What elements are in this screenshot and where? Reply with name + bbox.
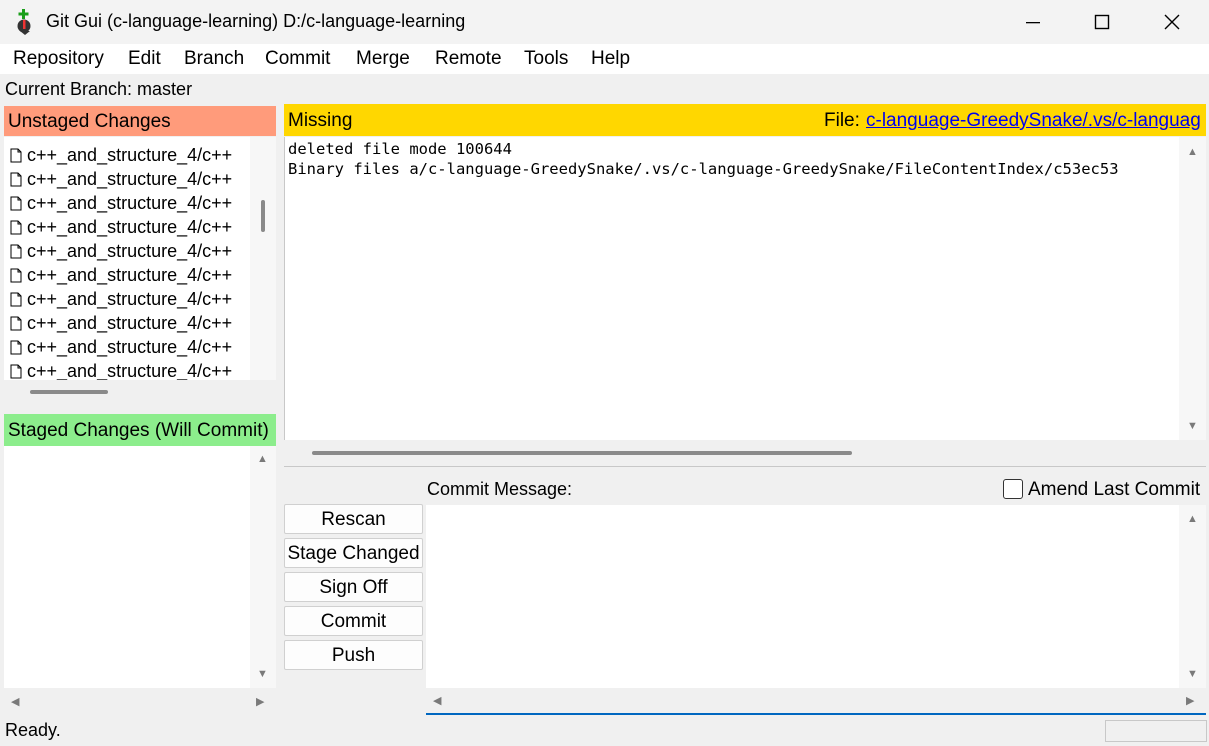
unstaged-changes-title: Unstaged Changes [8, 111, 171, 132]
minimize-button[interactable] [998, 0, 1068, 44]
scroll-right-arrow-icon[interactable]: ▶ [256, 695, 264, 708]
scroll-thumb[interactable] [312, 451, 852, 455]
scroll-left-arrow-icon[interactable]: ◀ [433, 694, 441, 707]
file-icon [10, 172, 22, 186]
unstaged-file-item[interactable]: c++_and_structure_4/c++ [10, 335, 232, 359]
scroll-up-arrow-icon[interactable]: ▲ [257, 453, 268, 465]
staged-horizontal-scrollbar[interactable]: ◀ ▶ [4, 688, 276, 714]
file-icon [10, 268, 22, 282]
file-path: c++_and_structure_4/c++ [27, 312, 233, 333]
status-text: Ready. [5, 720, 61, 740]
file-path: c++_and_structure_4/c++ [27, 264, 233, 285]
scroll-thumb[interactable] [30, 390, 108, 394]
file-path: c++_and_structure_4/c++ [27, 360, 233, 381]
diff-horizontal-scrollbar[interactable] [284, 440, 1206, 467]
commit-message-input[interactable] [426, 505, 1179, 688]
commit-button[interactable]: Commit [284, 606, 423, 636]
current-branch-label: Current Branch: master [5, 79, 193, 99]
file-icon [10, 244, 22, 258]
push-button[interactable]: Push [284, 640, 423, 670]
menu-remote[interactable]: Remote [435, 48, 502, 70]
file-icon [10, 340, 22, 354]
close-button[interactable] [1137, 0, 1207, 44]
title-bar[interactable]: Git Gui (c-language-learning) D:/c-langu… [0, 0, 1209, 44]
maximize-icon [1094, 14, 1110, 30]
menu-tools[interactable]: Tools [524, 48, 568, 70]
unstaged-file-item[interactable]: c++_and_structure_4/c++ [10, 191, 232, 215]
scroll-down-arrow-icon[interactable]: ▼ [257, 668, 268, 680]
file-path: c++_and_structure_4/c++ [27, 240, 233, 261]
unstaged-file-item[interactable]: c++_and_structure_4/c++ [10, 311, 232, 335]
unstaged-changes-header: Unstaged Changes [4, 106, 276, 136]
file-path: c++_and_structure_4/c++ [27, 168, 233, 189]
commit-message-label: Commit Message: [427, 479, 573, 499]
diff-line: Binary files a/c-language-GreedySnake/.v… [288, 160, 1119, 178]
file-path: c++_and_structure_4/c++ [27, 288, 233, 309]
file-path-link[interactable]: c-language-GreedySnake/.vs/c-languag [866, 110, 1204, 132]
file-icon [10, 196, 22, 210]
maximize-button[interactable] [1067, 0, 1137, 44]
staged-changes-title: Staged Changes (Will Commit) [8, 420, 269, 441]
unstaged-file-item[interactable]: c++_and_structure_4/c++ [10, 263, 232, 287]
scroll-right-arrow-icon[interactable]: ▶ [1186, 694, 1194, 707]
scroll-down-arrow-icon[interactable]: ▼ [1187, 668, 1198, 680]
staged-file-list[interactable] [4, 446, 250, 688]
scroll-up-arrow-icon[interactable]: ▲ [1187, 513, 1198, 525]
commit-vertical-scrollbar[interactable]: ▲ ▼ [1179, 505, 1206, 688]
unstaged-file-item[interactable]: c++_and_structure_4/c++ [10, 167, 232, 191]
status-progress-box [1105, 720, 1207, 742]
diff-status: Missing [288, 110, 353, 131]
unstaged-vertical-scrollbar[interactable] [250, 137, 276, 380]
unstaged-file-list[interactable]: c++_and_structure_4/c++ c++_and_structure… [4, 137, 250, 380]
file-icon [10, 148, 22, 162]
amend-last-commit-checkbox[interactable] [1003, 479, 1023, 499]
rescan-button[interactable]: Rescan [284, 504, 423, 534]
diff-header: Missing File: c-language-GreedySnake/.vs… [284, 104, 1206, 136]
file-path: c++_and_structure_4/c++ [27, 144, 233, 165]
unstaged-file-item[interactable]: c++_and_structure_4/c++ [10, 287, 232, 311]
file-path: c++_and_structure_4/c++ [27, 192, 233, 213]
unstaged-file-item[interactable]: c++_and_structure_4/c++ [10, 215, 232, 239]
close-icon [1164, 14, 1180, 30]
git-gui-icon [17, 9, 31, 35]
commit-horizontal-scrollbar[interactable]: ◀ ▶ [426, 688, 1206, 715]
window-title: Git Gui (c-language-learning) D:/c-langu… [46, 11, 466, 31]
file-path: c++_and_structure_4/c++ [27, 336, 233, 357]
menu-commit[interactable]: Commit [265, 48, 330, 70]
file-icon [10, 220, 22, 234]
diff-view[interactable]: deleted file mode 100644 Binary files a/… [284, 137, 1180, 440]
scroll-up-arrow-icon[interactable]: ▲ [1187, 146, 1198, 158]
menu-help[interactable]: Help [591, 48, 630, 70]
scroll-thumb[interactable] [261, 200, 265, 232]
menu-bar: Repository Edit Branch Commit Merge Remo… [0, 44, 1209, 74]
file-icon [10, 292, 22, 306]
file-icon [10, 364, 22, 378]
unstaged-horizontal-scrollbar[interactable] [4, 380, 276, 404]
menu-edit[interactable]: Edit [128, 48, 161, 70]
scroll-left-arrow-icon[interactable]: ◀ [11, 695, 19, 708]
scroll-down-arrow-icon[interactable]: ▼ [1187, 420, 1198, 432]
stage-changed-button[interactable]: Stage Changed [284, 538, 423, 568]
file-label: File: [824, 110, 860, 131]
diff-line: deleted file mode 100644 [288, 140, 512, 158]
unstaged-file-item[interactable]: c++_and_structure_4/c++ [10, 239, 232, 263]
amend-last-commit-label[interactable]: Amend Last Commit [1028, 479, 1200, 501]
unstaged-file-item[interactable]: c++_and_structure_4/c++ [10, 359, 232, 380]
diff-vertical-scrollbar[interactable]: ▲ ▼ [1179, 137, 1206, 440]
sign-off-button[interactable]: Sign Off [284, 572, 423, 602]
staged-vertical-scrollbar[interactable]: ▲ ▼ [250, 446, 276, 688]
menu-merge[interactable]: Merge [356, 48, 410, 70]
unstaged-file-item[interactable]: c++_and_structure_4/c++ [10, 143, 232, 167]
staged-changes-header: Staged Changes (Will Commit) [4, 414, 276, 446]
menu-branch[interactable]: Branch [184, 48, 244, 70]
file-icon [10, 316, 22, 330]
menu-repository[interactable]: Repository [13, 48, 104, 70]
minimize-icon [1026, 22, 1040, 24]
file-path: c++_and_structure_4/c++ [27, 216, 233, 237]
